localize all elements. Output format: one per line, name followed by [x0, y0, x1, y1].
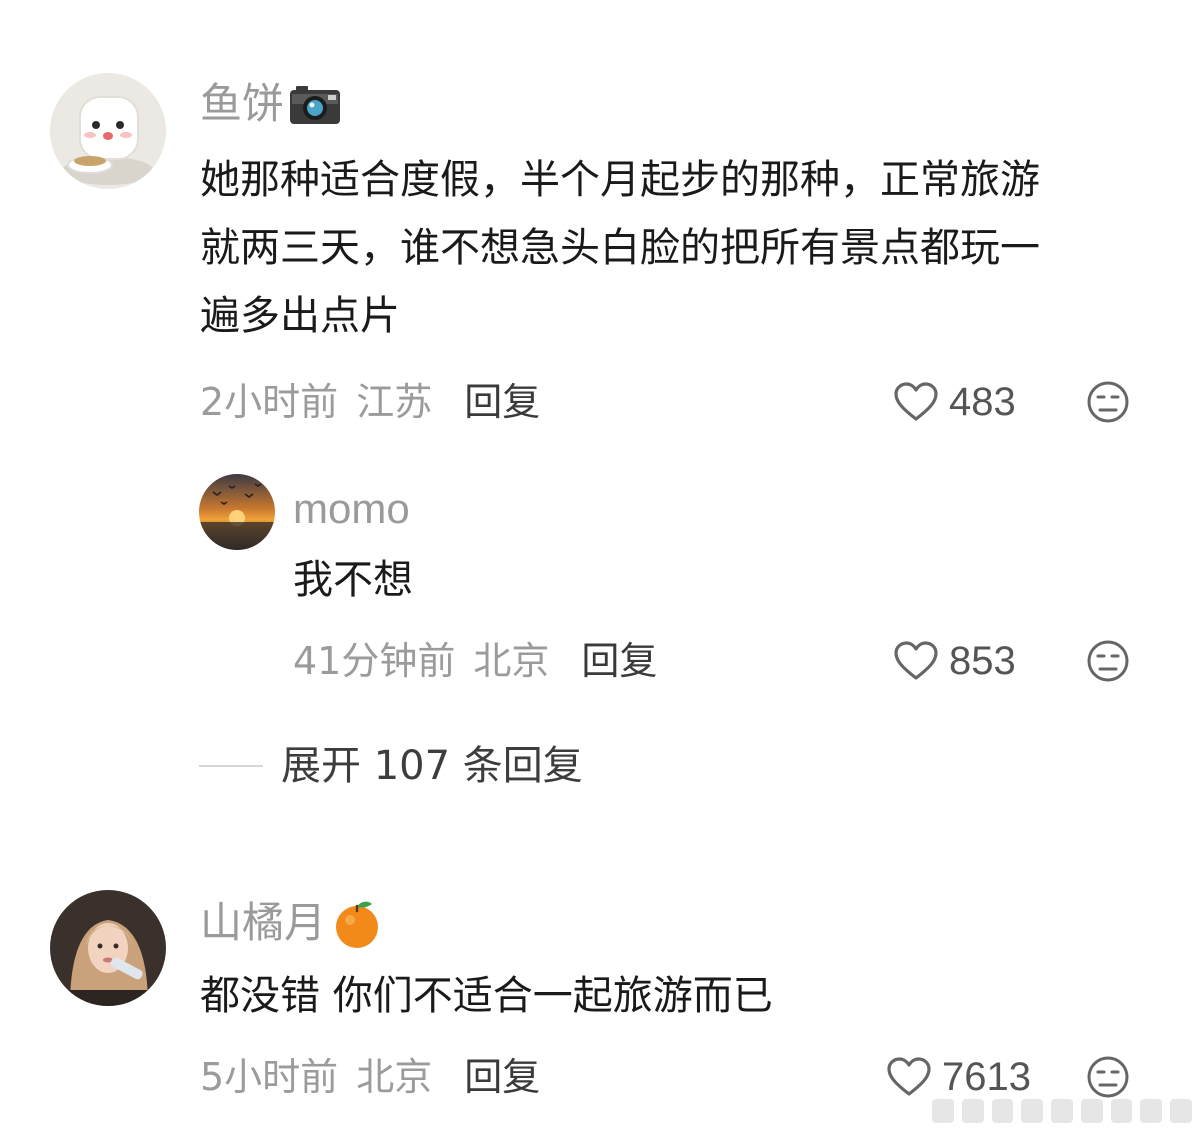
comment-text: 她那种适合度假，半个月起步的那种，正常旅游 就两三天，谁不想急头白脸的把所有景点… [200, 146, 1040, 350]
username[interactable]: 山橘月 [200, 896, 384, 950]
expand-replies-label: 展开 107 条回复 [281, 743, 583, 789]
comment-meta: 5小时前 北京 回复 [200, 1053, 540, 1101]
reply-button[interactable]: 回复 [581, 637, 657, 685]
avatar[interactable] [199, 474, 275, 550]
reply-button[interactable]: 回复 [464, 1053, 540, 1101]
unamused-face-icon [1087, 381, 1129, 423]
dislike-button[interactable] [1086, 639, 1130, 683]
comment-text-line: 遍多出点片 [200, 293, 400, 339]
heart-outline-icon [894, 641, 938, 680]
comment-text-line: 就两三天，谁不想急头白脸的把所有景点都玩一 [200, 225, 1040, 271]
username-text: 鱼饼 [200, 79, 285, 128]
timestamp: 2小时前 [200, 380, 339, 424]
comment-text-line: 我不想 [293, 557, 413, 603]
like-button[interactable]: 7613 [886, 1053, 1031, 1101]
watermark [932, 1099, 1193, 1127]
avatar[interactable] [50, 73, 166, 189]
unamused-face-icon [1087, 1056, 1129, 1098]
heart-outline-icon [894, 382, 938, 421]
username[interactable]: momo [293, 483, 410, 535]
location: 北京 [473, 639, 550, 683]
reply-button[interactable]: 回复 [464, 378, 540, 426]
username[interactable]: 鱼饼 [200, 78, 342, 130]
dislike-button[interactable] [1086, 380, 1130, 424]
comment-text-line: 都没错 你们不适合一起旅游而已 [200, 973, 773, 1019]
like-button[interactable]: 483 [893, 378, 1016, 426]
comment-text: 我不想 [293, 546, 413, 614]
camera-icon [288, 80, 342, 128]
dislike-button[interactable] [1086, 1055, 1130, 1099]
timestamp: 41分钟前 [293, 639, 456, 683]
comment-text-line: 她那种适合度假，半个月起步的那种，正常旅游 [200, 157, 1040, 203]
divider-line [199, 765, 263, 767]
timestamp: 5小时前 [200, 1055, 339, 1099]
like-count: 853 [949, 639, 1016, 683]
like-count: 483 [949, 380, 1016, 424]
like-button[interactable]: 853 [893, 637, 1016, 685]
comment-text: 都没错 你们不适合一起旅游而已 [200, 962, 773, 1030]
unamused-face-icon [1087, 640, 1129, 682]
heart-outline-icon [887, 1057, 931, 1096]
location: 江苏 [356, 380, 433, 424]
username-text: 山橘月 [200, 898, 327, 947]
avatar[interactable] [50, 890, 166, 1006]
comment-meta: 41分钟前 北京 回复 [293, 637, 657, 685]
username-text: momo [293, 485, 410, 532]
like-count: 7613 [942, 1055, 1031, 1099]
orange-icon [330, 896, 384, 950]
location: 北京 [356, 1055, 433, 1099]
expand-replies-button[interactable]: 展开 107 条回复 [199, 742, 583, 790]
comment-meta: 2小时前 江苏 回复 [200, 378, 540, 426]
